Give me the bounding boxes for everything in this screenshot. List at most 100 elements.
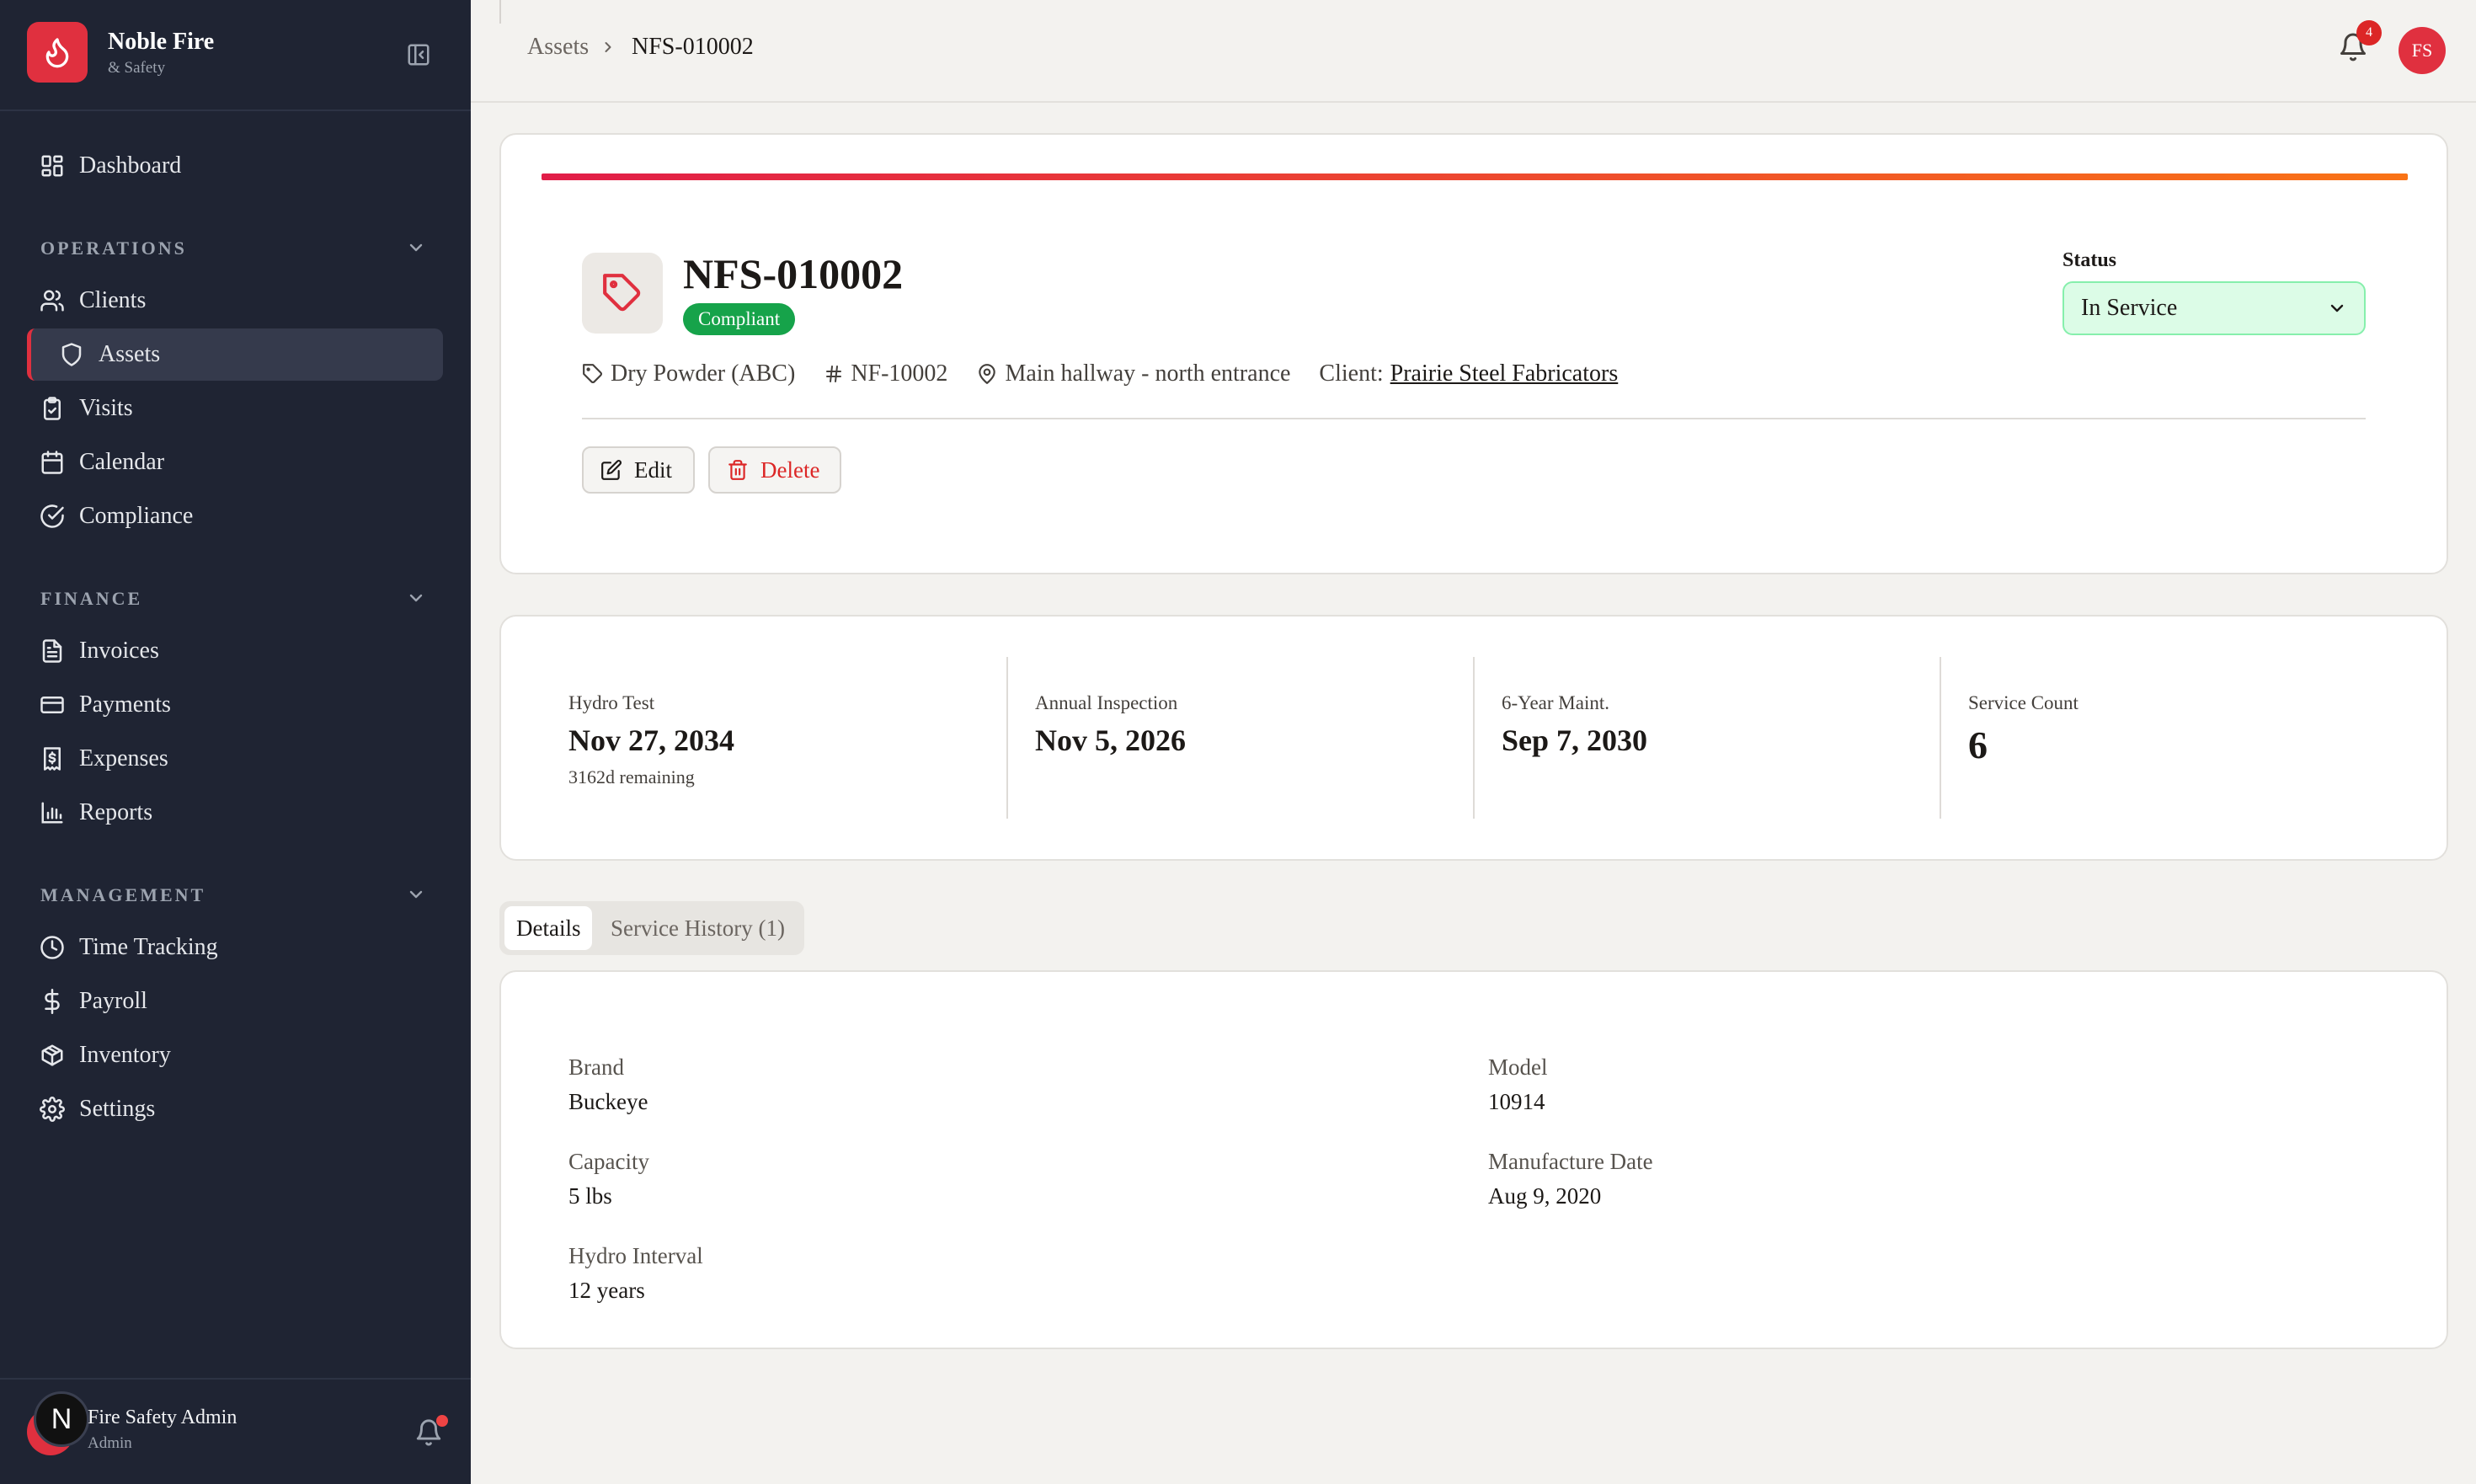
sidebar-item-inventory[interactable]: Inventory [27,1029,443,1081]
sidebar-item-assets[interactable]: Assets [27,328,443,381]
tab-details[interactable]: Details [504,906,593,950]
delete-button[interactable]: Delete [708,446,841,494]
sidebar-item-payments[interactable]: Payments [27,679,443,731]
status-label: Status [2062,249,2117,271]
sidebar-item-calendar[interactable]: Calendar [27,436,443,488]
chevron-down-icon[interactable] [403,585,430,611]
stat-label: 6-Year Maint. [1502,692,1609,713]
sidebar-item-payroll[interactable]: Payroll [27,975,443,1028]
package-icon [39,1042,66,1069]
client-link[interactable]: Prairie Steel Fabricators [1390,360,1619,387]
field-value: 12 years [568,1278,645,1303]
divider [1473,657,1475,819]
client-label: Client: [1319,360,1384,387]
status-badge: Compliant [683,303,796,335]
sidebar-item-reports[interactable]: Reports [27,787,443,839]
field-label: Model [1488,1054,1548,1080]
sidebar-item-invoices[interactable]: Invoices [27,625,443,677]
top-bar [471,0,2476,103]
field-label: Capacity [568,1149,649,1174]
sidebar-item-visits[interactable]: Visits [27,382,443,435]
field-hydro-interval: Hydro Interval 12 years [568,1243,703,1304]
sidebar-item-label: Calendar [79,449,165,475]
users-icon [39,287,66,314]
field-model: Model 10914 [1488,1054,1548,1115]
file-text-icon [39,638,66,665]
asset-location: Main hallway - north entrance [976,360,1290,387]
sidebar-item-label: Dashboard [79,152,182,179]
bell-icon[interactable]: 4 [2338,20,2382,66]
trash-icon [728,460,747,480]
chevron-down-icon[interactable] [403,881,430,908]
section-title-operations: OPERATIONS [40,238,187,259]
asset-client: Client: Prairie Steel Fabricators [1319,360,1618,387]
asset-serial-text: NF-10002 [851,360,948,387]
stat-hydro-test: Hydro Test Nov 27, 2034 3162d remaining [568,657,973,819]
dollar-icon [39,988,66,1015]
clipboard-check-icon [39,395,66,422]
sidebar-item-label: Time Tracking [79,934,218,960]
stat-label: Service Count [1968,692,2078,713]
divider [499,0,501,24]
bell-icon[interactable] [414,1415,448,1449]
divider [582,418,2366,419]
sidebar-item-clients[interactable]: Clients [27,275,443,327]
bar-chart-icon [39,799,66,826]
tab-service-history[interactable]: Service History (1) [599,906,797,950]
avatar[interactable]: N [34,1391,89,1447]
sidebar-item-label: Clients [79,287,147,313]
field-value: Aug 9, 2020 [1488,1183,1602,1209]
edit-button-label: Edit [634,456,672,483]
sidebar-item-label: Assets [99,341,161,367]
sidebar: Noble Fire & Safety Dashboard OPERATIONS… [0,0,471,1484]
brand-name: Noble Fire [108,29,215,55]
stats-card: Hydro Test Nov 27, 2034 3162d remaining … [499,615,2448,861]
stat-value: Nov 27, 2034 [568,723,734,757]
field-brand: Brand Buckeye [568,1054,648,1115]
chevron-down-icon [2327,298,2347,318]
sidebar-item-dashboard[interactable]: Dashboard [27,140,443,192]
status-select[interactable]: In Service [2062,281,2366,335]
dashboard-icon [39,152,66,179]
asset-type: Dry Powder (ABC) [582,360,795,387]
chevron-down-icon[interactable] [403,234,430,261]
clock-icon [39,934,66,961]
sidebar-item-expenses[interactable]: Expenses [27,733,443,785]
breadcrumb-assets-link[interactable]: Assets [527,34,589,61]
user-name: Fire Safety Admin [88,1407,237,1428]
shield-icon [58,341,85,368]
sidebar-item-time-tracking[interactable]: Time Tracking [27,921,443,974]
asset-location-text: Main hallway - north entrance [1005,360,1291,387]
hash-icon [826,366,842,382]
field-manufacture-date: Manufacture Date Aug 9, 2020 [1488,1149,1653,1209]
page-title: NFS-010002 [683,250,904,297]
calendar-icon [39,449,66,476]
field-capacity: Capacity 5 lbs [568,1149,649,1209]
sidebar-item-settings[interactable]: Settings [27,1083,443,1135]
credit-card-icon [39,691,66,718]
stat-annual-inspection: Annual Inspection Nov 5, 2026 [1035,657,1439,819]
sidebar-collapse-icon[interactable] [404,40,433,69]
check-circle-icon [39,503,66,530]
field-value: 10914 [1488,1089,1545,1114]
field-label: Manufacture Date [1488,1149,1653,1174]
sidebar-item-label: Invoices [79,638,159,664]
sidebar-item-label: Inventory [79,1042,171,1068]
stat-service-count: Service Count 6 [1968,657,2372,819]
notification-dot [436,1415,448,1427]
edit-button[interactable]: Edit [582,446,695,494]
details-card: Brand Buckeye Model 10914 Capacity 5 lbs… [499,970,2448,1349]
sidebar-item-label: Settings [79,1096,156,1122]
sidebar-item-compliance[interactable]: Compliance [27,490,443,542]
field-value: 5 lbs [568,1183,612,1209]
sidebar-item-label: Payroll [79,988,147,1014]
asset-serial: NF-10002 [824,360,947,387]
user-role: Admin [88,1434,132,1452]
brand-header: Noble Fire & Safety [0,0,471,111]
stat-value: Sep 7, 2030 [1502,723,1648,757]
avatar[interactable]: FS [2399,27,2446,74]
asset-type-text: Dry Powder (ABC) [611,360,796,387]
stat-value: Nov 5, 2026 [1035,723,1186,757]
status-select-value: In Service [2081,295,2178,321]
map-pin-icon [979,364,996,384]
